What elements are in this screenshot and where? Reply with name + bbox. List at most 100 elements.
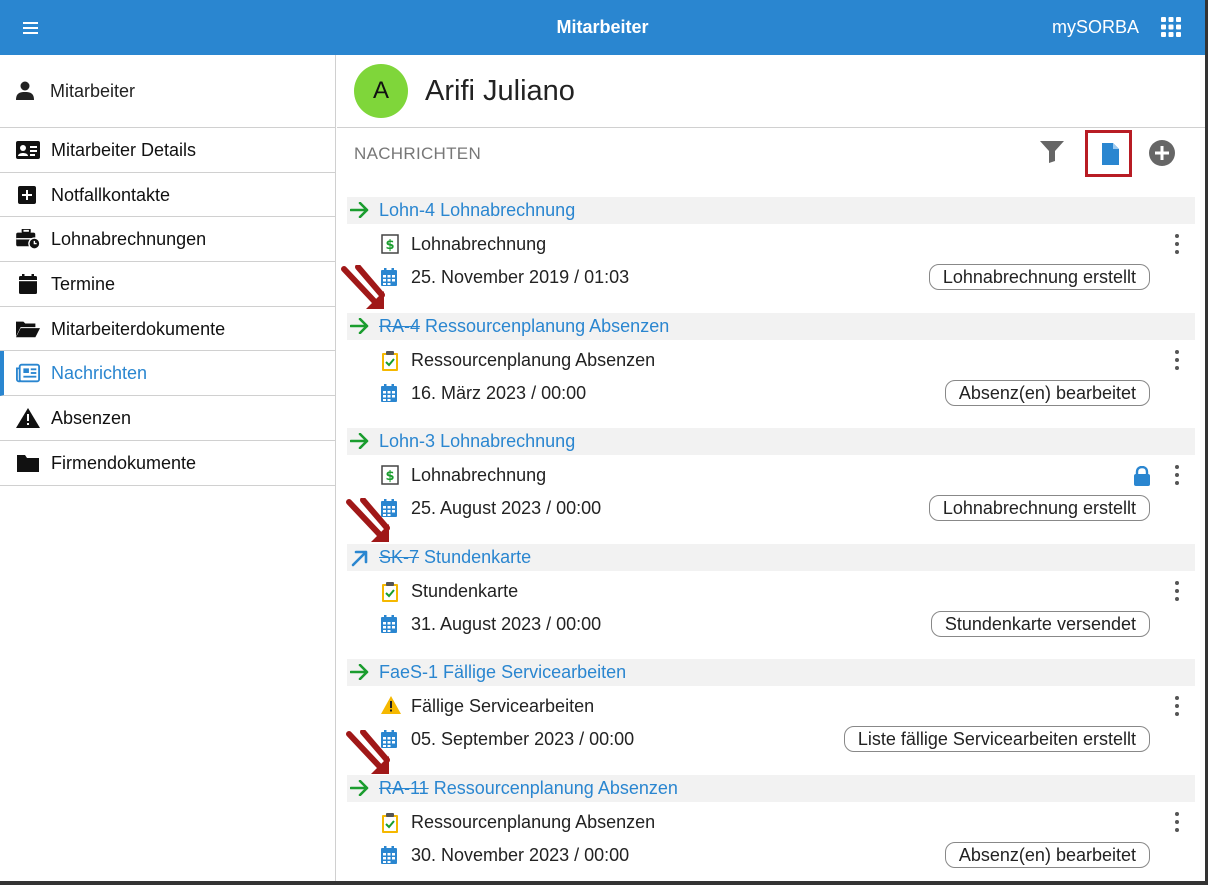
message-title: Ressourcenplanung Absenzen [425,316,670,336]
message-title: Fällige Servicearbeiten [443,662,627,682]
avatar: A [354,64,408,118]
red-annotation-arrow-icon [346,730,390,774]
window-edge [0,881,1208,885]
message-date: 31. August 2023 / 00:00 [411,614,602,634]
sidebar-header: Mitarbeiter [0,55,335,128]
message-type-label: Ressourcenplanung Absenzen [411,350,656,370]
more-options-icon[interactable] [1170,811,1184,833]
sidebar: Mitarbeiter Mitarbeiter Details Notfallk… [0,55,336,881]
briefcase-clock-icon [16,229,40,250]
warning-icon [16,408,40,429]
message-date: 05. September 2023 / 00:00 [411,729,635,749]
message-ref-struck: SK-7 [379,547,420,567]
calendar-icon [381,846,397,869]
status-badge: Absenz(en) bearbeitet [944,842,1150,868]
message-title: Ressourcenplanung Absenzen [433,778,678,798]
message-type-label: Lohnabrechnung [411,234,547,254]
message-item[interactable]: Lohn-3 Lohnabrechnung $ Lohnabrechnung 2… [347,428,1195,544]
more-options-icon[interactable] [1170,580,1184,602]
folder-icon [17,454,39,472]
sidebar-item-firmendokumente[interactable]: Firmendokumente [0,441,335,486]
sidebar-item-termine[interactable]: Termine [0,262,335,307]
message-ref: FaeS-1 [379,662,439,682]
warning-icon [381,696,401,719]
more-options-icon[interactable] [1170,349,1184,371]
clipboard-check-icon [381,581,399,608]
message-title-link[interactable]: SK-7 Stundenkarte [379,547,531,568]
message-type-label: Fällige Servicearbeiten [411,696,595,716]
message-title: Lohnabrechnung [440,431,576,451]
employee-header: A Arifi Juliano [337,55,1205,128]
clipboard-check-icon [381,350,399,377]
sidebar-item-label: Lohnabrechnungen [51,229,207,250]
message-title: Lohnabrechnung [440,200,576,220]
message-title-link[interactable]: RA-11 Ressourcenplanung Absenzen [379,778,678,799]
top-bar: Mitarbeiter mySORBA [0,0,1205,55]
more-options-icon[interactable] [1170,233,1184,255]
section-title: NACHRICHTEN [354,144,482,163]
arrow-right-icon [349,432,370,454]
status-badge: Lohnabrechnung erstellt [928,264,1150,290]
message-title-link[interactable]: FaeS-1 Fällige Servicearbeiten [379,662,626,683]
main-content: A Arifi Juliano NACHRICHTEN Lohn-4 Lohna… [337,55,1205,881]
more-options-icon[interactable] [1170,464,1184,486]
message-ref-struck: RA-4 [379,316,421,336]
sidebar-heading: Mitarbeiter [50,81,136,101]
message-date: 30. November 2023 / 00:00 [411,845,630,865]
status-badge: Lohnabrechnung erstellt [928,495,1150,521]
message-ref: Lohn-3 [379,431,436,451]
document-icon [1102,143,1119,165]
sidebar-item-mitarbeiter-details[interactable]: Mitarbeiter Details [0,128,335,173]
message-ref-struck: RA-11 [379,778,429,798]
message-item[interactable]: RA-11 Ressourcenplanung Absenzen Ressour… [347,775,1195,885]
message-item[interactable]: RA-4 Ressourcenplanung Absenzen Ressourc… [347,313,1195,429]
arrow-right-icon [349,779,370,801]
calendar-icon [381,615,397,638]
message-title-link[interactable]: Lohn-3 Lohnabrechnung [379,431,575,452]
message-item[interactable]: SK-7 Stundenkarte Stundenkarte 31. Augus… [347,544,1195,660]
status-badge: Stundenkarte versendet [930,611,1150,637]
message-ref: Lohn-4 [379,200,436,220]
svg-text:$: $ [385,238,394,253]
message-date: 16. März 2023 / 00:00 [411,383,587,403]
message-type-label: Ressourcenplanung Absenzen [411,812,656,832]
add-circle-icon[interactable] [1149,140,1175,166]
filter-icon[interactable] [1040,141,1064,163]
red-annotation-arrow-icon [341,265,385,309]
arrow-right-icon [349,317,370,339]
sidebar-item-label: Termine [51,274,116,295]
message-title-link[interactable]: Lohn-4 Lohnabrechnung [379,200,575,221]
employee-name: Arifi Juliano [425,75,575,107]
sidebar-item-label: Absenzen [51,408,132,429]
newspaper-icon [16,364,40,383]
sidebar-item-absenzen[interactable]: Absenzen [0,396,335,441]
sidebar-item-lohnabrechnungen[interactable]: Lohnabrechnungen [0,217,335,263]
red-annotation-arrow-icon [346,498,390,542]
sidebar-item-mitarbeiterdokumente[interactable]: Mitarbeiterdokumente [0,307,335,352]
status-badge: Absenz(en) bearbeitet [944,380,1150,406]
arrow-right-icon [349,201,370,223]
page-title: Mitarbeiter [556,17,649,37]
message-date: 25. August 2023 / 00:00 [411,498,602,518]
sidebar-item-label: Mitarbeiterdokumente [51,318,226,339]
svg-text:$: $ [385,469,394,484]
message-title: Stundenkarte [424,547,532,567]
message-type-label: Stundenkarte [411,581,519,601]
brand-link[interactable]: mySORBA [1052,17,1139,38]
message-title-link[interactable]: RA-4 Ressourcenplanung Absenzen [379,316,669,337]
user-icon [16,81,34,100]
sidebar-item-label: Firmendokumente [51,452,197,473]
more-options-icon[interactable] [1170,695,1184,717]
message-date: 25. November 2019 / 01:03 [411,267,630,287]
sidebar-item-nachrichten[interactable]: Nachrichten [0,351,335,397]
arrow-up-right-icon [350,549,370,572]
message-item[interactable]: Lohn-4 Lohnabrechnung $ Lohnabrechnung 2… [347,197,1195,313]
message-item[interactable]: FaeS-1 Fällige Servicearbeiten Fällige S… [347,659,1195,775]
calendar-icon [381,384,397,407]
calendar-icon [19,274,37,295]
apps-grid-icon[interactable] [1161,17,1181,37]
plus-square-icon [18,185,36,204]
lock-icon [1133,465,1151,491]
document-button-highlight[interactable] [1085,130,1132,177]
sidebar-item-notfallkontakte[interactable]: Notfallkontakte [0,173,335,218]
